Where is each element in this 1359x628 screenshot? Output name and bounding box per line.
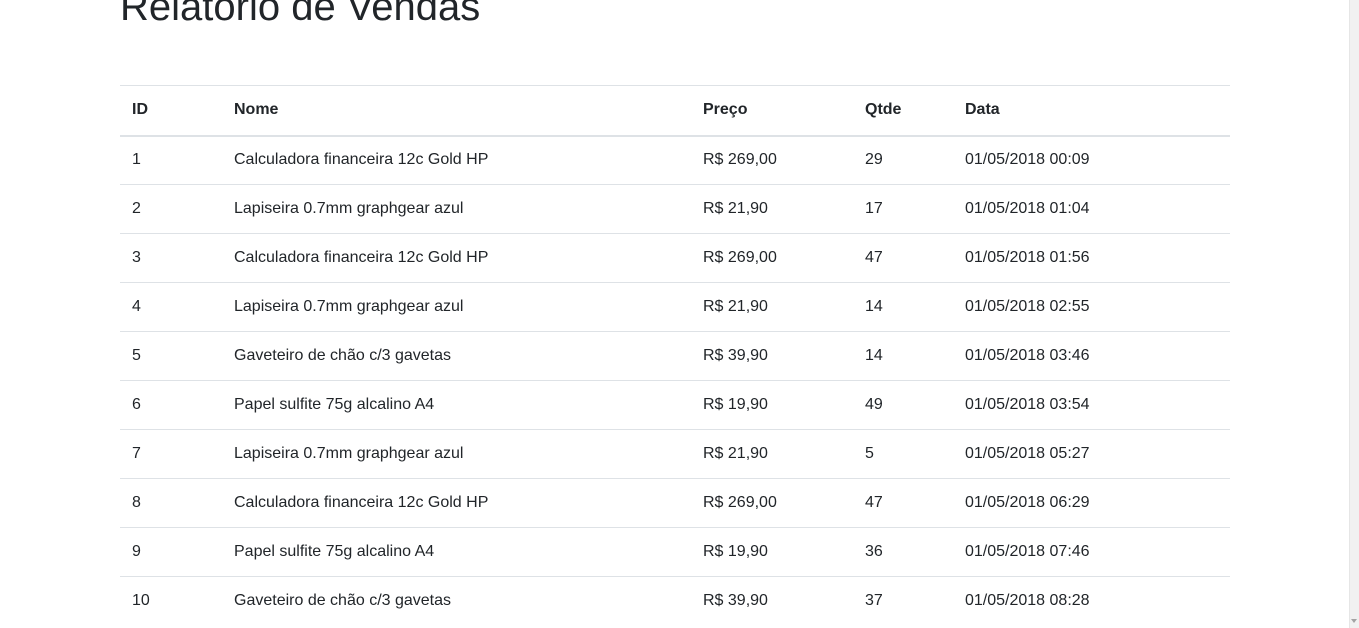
table-row: 4 Lapiseira 0.7mm graphgear azul R$ 21,9… [120, 282, 1230, 332]
cell-qtde: 5 [853, 429, 953, 479]
cell-nome: Lapiseira 0.7mm graphgear azul [222, 282, 691, 332]
cell-nome: Papel sulfite 75g alcalino A4 [222, 527, 691, 577]
table-row: 2 Lapiseira 0.7mm graphgear azul R$ 21,9… [120, 184, 1230, 234]
cell-preco: R$ 269,00 [691, 478, 853, 528]
cell-id: 2 [120, 184, 222, 234]
cell-nome: Gaveteiro de chão c/3 gavetas [222, 576, 691, 626]
cell-nome: Lapiseira 0.7mm graphgear azul [222, 184, 691, 234]
cell-data: 01/05/2018 06:29 [953, 478, 1230, 528]
cell-id: 6 [120, 380, 222, 430]
cell-nome: Papel sulfite 75g alcalino A4 [222, 380, 691, 430]
cell-id: 1 [120, 135, 222, 185]
table-row: 3 Calculadora financeira 12c Gold HP R$ … [120, 233, 1230, 283]
vertical-scrollbar[interactable] [1349, 0, 1359, 628]
cell-qtde: 37 [853, 576, 953, 626]
cell-preco: R$ 19,90 [691, 527, 853, 577]
cell-id: 3 [120, 233, 222, 283]
cell-preco: R$ 269,00 [691, 233, 853, 283]
table-row: 10 Gaveteiro de chão c/3 gavetas R$ 39,9… [120, 576, 1230, 626]
cell-data: 01/05/2018 02:55 [953, 282, 1230, 332]
cell-preco: R$ 39,90 [691, 331, 853, 381]
cell-qtde: 14 [853, 282, 953, 332]
cell-id: 7 [120, 429, 222, 479]
cell-preco: R$ 21,90 [691, 184, 853, 234]
cell-preco: R$ 39,90 [691, 576, 853, 626]
cell-data: 01/05/2018 01:56 [953, 233, 1230, 283]
cell-qtde: 47 [853, 233, 953, 283]
cell-preco: R$ 19,90 [691, 380, 853, 430]
chevron-down-icon[interactable] [1351, 619, 1357, 623]
cell-preco: R$ 21,90 [691, 282, 853, 332]
column-header-qtde: Qtde [853, 85, 953, 137]
cell-qtde: 17 [853, 184, 953, 234]
column-header-preco: Preço [691, 85, 853, 137]
column-header-nome: Nome [222, 85, 691, 137]
table-row: 9 Papel sulfite 75g alcalino A4 R$ 19,90… [120, 527, 1230, 577]
cell-id: 9 [120, 527, 222, 577]
cell-nome: Calculadora financeira 12c Gold HP [222, 478, 691, 528]
cell-nome: Calculadora financeira 12c Gold HP [222, 233, 691, 283]
cell-qtde: 36 [853, 527, 953, 577]
cell-id: 10 [120, 576, 222, 626]
table-row: 5 Gaveteiro de chão c/3 gavetas R$ 39,90… [120, 331, 1230, 381]
page-title: Relatório de Vendas [120, 0, 481, 29]
cell-qtde: 29 [853, 135, 953, 185]
cell-qtde: 14 [853, 331, 953, 381]
cell-qtde: 47 [853, 478, 953, 528]
cell-qtde: 49 [853, 380, 953, 430]
cell-nome: Lapiseira 0.7mm graphgear azul [222, 429, 691, 479]
cell-data: 01/05/2018 03:54 [953, 380, 1230, 430]
cell-data: 01/05/2018 01:04 [953, 184, 1230, 234]
cell-nome: Calculadora financeira 12c Gold HP [222, 135, 691, 185]
cell-data: 01/05/2018 08:28 [953, 576, 1230, 626]
table-row: 1 Calculadora financeira 12c Gold HP R$ … [120, 135, 1230, 185]
table-header: ID Nome Preço Qtde Data [120, 85, 1230, 137]
cell-preco: R$ 21,90 [691, 429, 853, 479]
table-body: 1 Calculadora financeira 12c Gold HP R$ … [120, 135, 1230, 626]
table-row: 6 Papel sulfite 75g alcalino A4 R$ 19,90… [120, 380, 1230, 430]
cell-data: 01/05/2018 05:27 [953, 429, 1230, 479]
header-row: ID Nome Preço Qtde Data [120, 85, 1230, 137]
column-header-id: ID [120, 85, 222, 137]
table-row: 8 Calculadora financeira 12c Gold HP R$ … [120, 478, 1230, 528]
cell-id: 5 [120, 331, 222, 381]
sales-table: ID Nome Preço Qtde Data 1 Calculadora fi… [120, 85, 1230, 626]
cell-data: 01/05/2018 00:09 [953, 135, 1230, 185]
cell-data: 01/05/2018 07:46 [953, 527, 1230, 577]
table-row: 7 Lapiseira 0.7mm graphgear azul R$ 21,9… [120, 429, 1230, 479]
cell-nome: Gaveteiro de chão c/3 gavetas [222, 331, 691, 381]
column-header-data: Data [953, 85, 1230, 137]
cell-preco: R$ 269,00 [691, 135, 853, 185]
cell-data: 01/05/2018 03:46 [953, 331, 1230, 381]
cell-id: 4 [120, 282, 222, 332]
cell-id: 8 [120, 478, 222, 528]
